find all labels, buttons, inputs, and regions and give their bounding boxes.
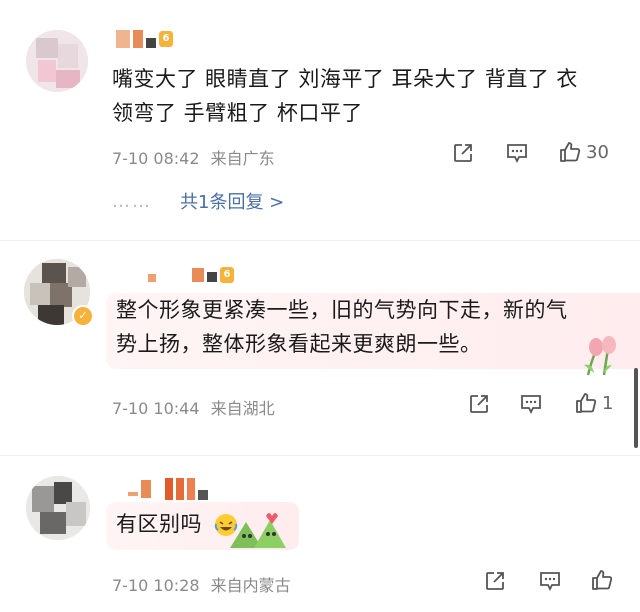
comment-item-2: ✓ 6 整个形象更紧凑一些，旧的气势向下走，新的气 势上扬，整体形象看起来更爽朗… [0,241,640,448]
reply-button[interactable] [505,142,529,164]
comment-text-line-1: 有区别吗 [116,512,202,536]
thumbs-up-icon [592,570,613,590]
comment-text-line-1: 整个形象更紧凑一些，旧的气势向下走，新的气 [116,298,568,322]
zongzi-sticker-icon [230,513,286,548]
comment-text: 嘴变大了 眼睛直了 刘海平了 耳朵大了 背直了 衣 领弯了 手臂粗了 杯口平了 [112,62,578,130]
comment-location: 来自内蒙古 [210,576,291,595]
share-button[interactable] [484,570,506,592]
comment-time: 7-10 10:28 [112,576,200,595]
like-count: 30 [586,141,609,163]
reply-button[interactable] [519,393,543,415]
thumbs-up-icon [560,142,581,162]
comment-location: 来自广东 [210,149,275,168]
share-icon [470,395,488,413]
username-blurred[interactable]: 6 [148,267,234,283]
like-count: 1 [602,392,614,414]
replies-dots: …… [112,190,152,212]
username-blurred[interactable]: 6 [116,30,173,48]
share-button[interactable] [452,142,474,164]
username-blurred[interactable] [128,478,208,500]
share-icon [454,144,472,162]
reply-button[interactable] [538,570,562,592]
comment-text-line-1: 嘴变大了 眼睛直了 刘海平了 耳朵大了 背直了 衣 [112,67,578,91]
share-icon [486,572,504,590]
share-button[interactable] [468,393,490,415]
like-button[interactable] [590,568,618,592]
avatar[interactable] [26,30,88,92]
view-replies-link[interactable]: 共1条回复 > [180,188,284,214]
replies-row: …… 共1条回复 > [112,188,284,214]
level-badge: 6 [220,267,234,283]
avatar[interactable] [26,476,90,540]
comment-location: 来自湖北 [210,399,275,418]
comment-icon [507,144,527,164]
verified-badge: ✓ [72,305,94,327]
comment-meta: 7-10 10:28 来自内蒙古 [112,572,291,596]
like-button[interactable]: 1 [574,391,613,415]
comment-text: 整个形象更紧凑一些，旧的气势向下走，新的气 势上扬，整体形象看起来更爽朗一些。 [106,293,640,369]
comment-time: 7-10 10:44 [112,399,200,418]
comment-icon [540,572,560,592]
comment-time: 7-10 08:42 [112,149,200,168]
comment-icon [521,395,541,415]
thumbs-up-icon [576,393,597,413]
tulip-sticker-icon [584,336,616,376]
comment-item-1: 6 嘴变大了 眼睛直了 刘海平了 耳朵大了 背直了 衣 领弯了 手臂粗了 杯口平… [0,0,640,240]
comment-meta: 7-10 10:44 来自湖北 [112,395,275,419]
comment-meta: 7-10 08:42 来自广东 [112,145,275,169]
comment-text-line-2: 势上扬，整体形象看起来更爽朗一些。 [116,332,482,356]
scrollbar[interactable] [634,368,638,448]
comment-item-3: 有区别吗 7-10 10:28 来自内蒙古 [0,456,640,612]
comment-text-line-2: 领弯了 手臂粗了 杯口平了 [112,101,363,125]
like-button[interactable]: 30 [558,140,609,164]
level-badge: 6 [159,31,173,47]
